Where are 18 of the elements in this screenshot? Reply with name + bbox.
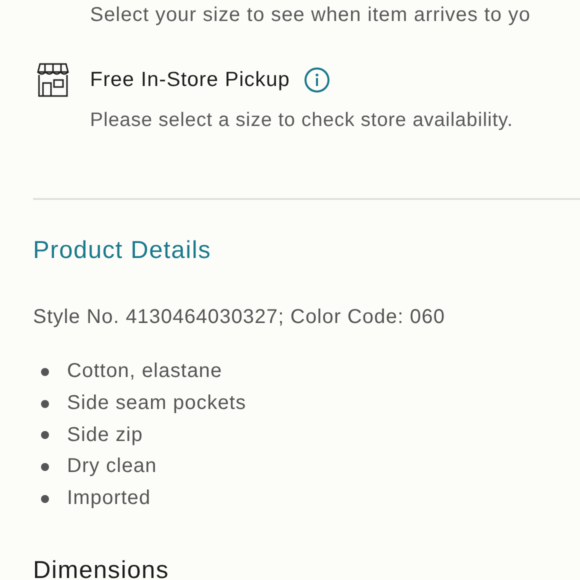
- bullet-icon: [41, 400, 49, 408]
- bullet-icon: [41, 431, 49, 440]
- section-heading: Dimensions: [33, 556, 170, 580]
- feature-text: Dry clean: [67, 455, 157, 478]
- store-icon: [37, 63, 69, 97]
- bullet-icon: [41, 368, 49, 376]
- pickup-title: Free In-Store Pickup: [90, 68, 290, 92]
- info-icon[interactable]: [304, 67, 330, 93]
- pickup-note: Please select a size to check store availability.: [90, 108, 514, 132]
- style-number: Style No. 4130464030327; Color Code: 060: [33, 305, 446, 330]
- section-heading: Product Details: [33, 236, 212, 266]
- feature-text: Side seam pockets: [67, 392, 246, 416]
- feature-text: Side zip: [67, 424, 143, 447]
- bullet-icon: [41, 462, 49, 471]
- delivery-note: Select your size to see when item arrives to yo: [90, 3, 532, 27]
- feature-text: Imported: [67, 487, 151, 510]
- feature-text: Cotton, elastane: [67, 360, 222, 384]
- bullet-icon: [41, 494, 49, 503]
